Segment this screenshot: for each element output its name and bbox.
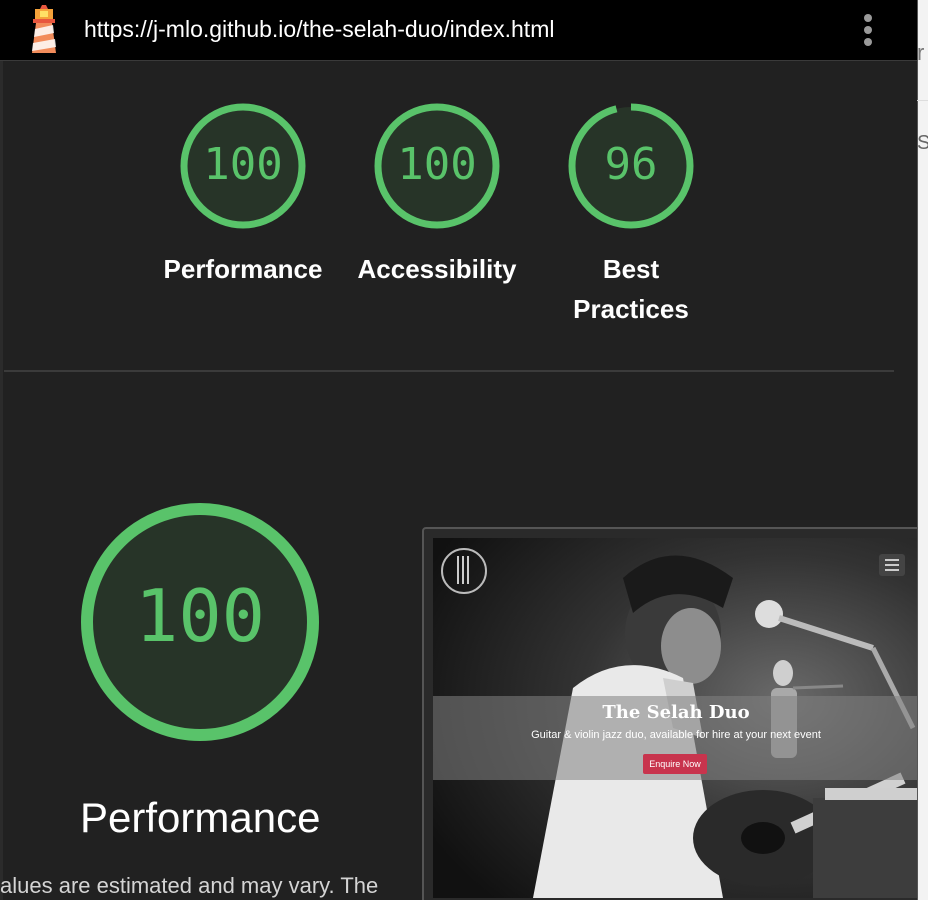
panel-left-border bbox=[0, 0, 3, 900]
gauge-label: Best Practices bbox=[548, 249, 714, 329]
site-subtitle: Guitar & violin jazz duo, available for … bbox=[531, 729, 821, 741]
underlying-page-edge: r S bbox=[917, 0, 928, 900]
gauge-label-line: Practices bbox=[573, 294, 689, 324]
hamburger-menu-icon bbox=[879, 554, 905, 576]
final-screenshot-thumbnail[interactable]: The Selah Duo Guitar & violin jazz duo, … bbox=[422, 527, 917, 900]
estimate-note: alues are estimated and may vary. The bbox=[0, 873, 379, 898]
gauge-score: 96 bbox=[604, 139, 658, 190]
gauge-best-practices[interactable]: 96 Best Practices bbox=[566, 101, 696, 324]
performance-score: 100 bbox=[134, 574, 266, 658]
section-divider bbox=[4, 370, 894, 372]
report-topbar: https://j-mlo.github.io/the-selah-duo/in… bbox=[0, 0, 917, 61]
gauge-accessibility[interactable]: 100 Accessibility bbox=[358, 101, 516, 284]
gauge-performance[interactable]: 100 Performance bbox=[164, 101, 322, 284]
edge-text-fragment: r bbox=[917, 40, 925, 65]
gauge-label: Accessibility bbox=[357, 254, 517, 284]
lighthouse-report-panel: https://j-mlo.github.io/the-selah-duo/in… bbox=[0, 0, 917, 900]
report-url: https://j-mlo.github.io/the-selah-duo/in… bbox=[84, 16, 555, 42]
performance-score-gauge: 100 bbox=[80, 502, 320, 742]
kebab-menu-icon[interactable] bbox=[858, 12, 878, 48]
edge-text-fragment: S bbox=[917, 132, 928, 154]
gauge-label-line: Best bbox=[602, 254, 660, 284]
site-title: The Selah Duo bbox=[602, 702, 750, 723]
website-preview: The Selah Duo Guitar & violin jazz duo, … bbox=[433, 538, 917, 898]
performance-title: Performance bbox=[80, 794, 321, 841]
enquire-now-button: Enquire Now bbox=[643, 754, 707, 774]
gauge-label: Performance bbox=[163, 254, 323, 284]
lighthouse-icon bbox=[32, 5, 56, 53]
gauge-score: 100 bbox=[203, 139, 283, 190]
site-logo-icon bbox=[441, 548, 487, 594]
gauge-score: 100 bbox=[397, 139, 477, 190]
edge-rule bbox=[917, 100, 928, 101]
